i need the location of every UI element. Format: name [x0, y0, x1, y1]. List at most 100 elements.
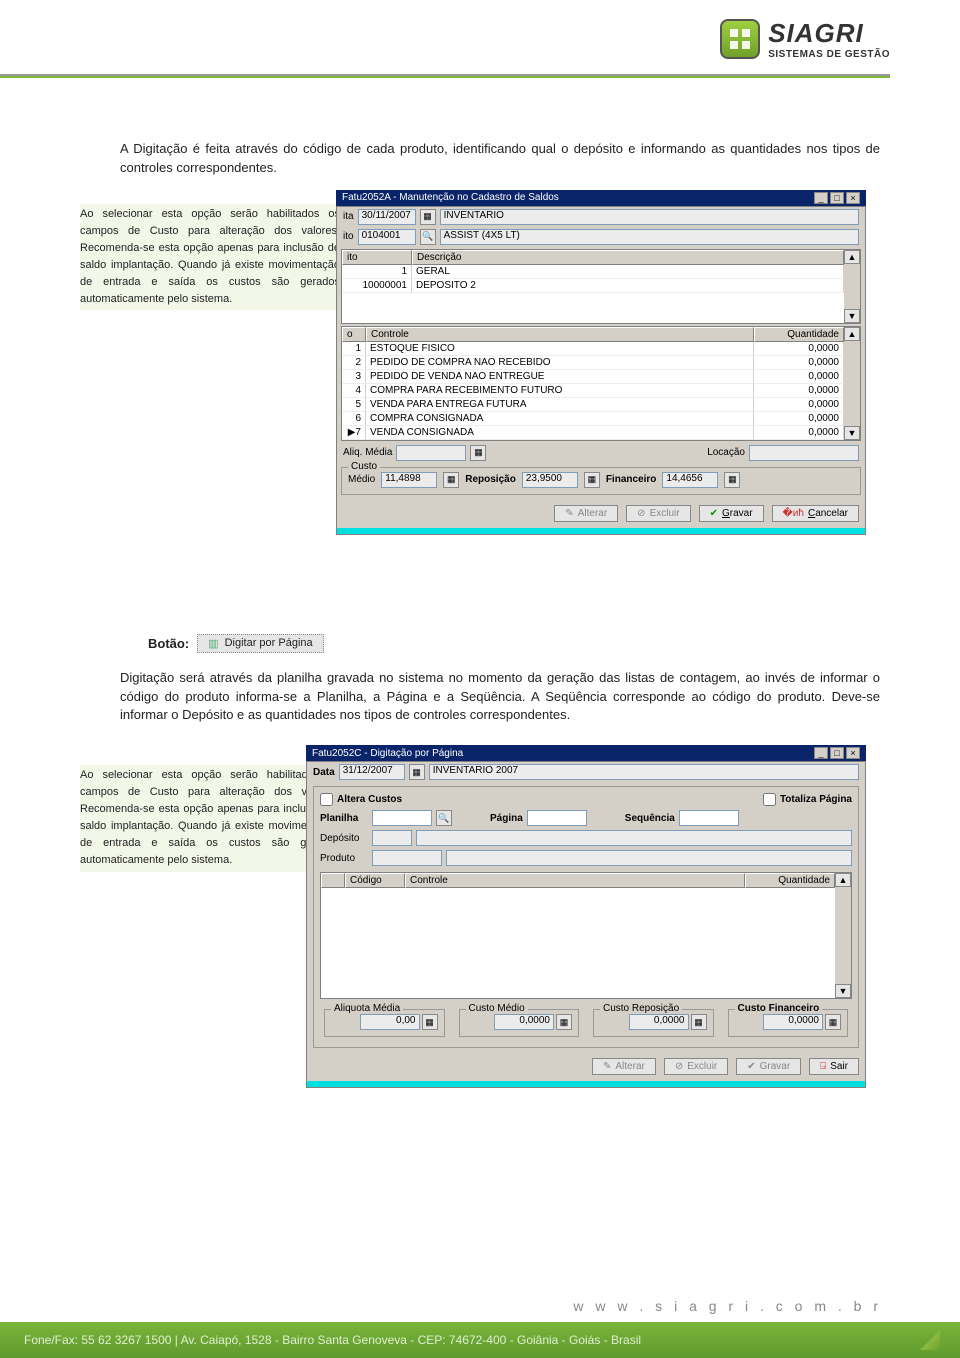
- logo-sub: SISTEMAS DE GESTÃO: [768, 49, 890, 60]
- grid1-body[interactable]: 1GERAL10000001DEPOSITO 2: [342, 265, 844, 323]
- table-row[interactable]: 3PEDIDO DE VENDA NAO ENTREGUE0,0000: [342, 370, 844, 384]
- field-pagina[interactable]: [527, 810, 587, 826]
- field-deposito-code[interactable]: [372, 830, 412, 846]
- lbl-altera-custos: Altera Custos: [337, 794, 402, 805]
- excluir-button[interactable]: ⊘Excluir: [626, 505, 690, 522]
- field-data2[interactable]: 31/12/2007: [339, 764, 405, 780]
- table-row[interactable]: ▶7VENDA CONSIGNADA0,0000: [342, 426, 844, 440]
- table-row[interactable]: 1ESTOQUE FISICO0,0000: [342, 342, 844, 356]
- footer-text: Fone/Fax: 55 62 3267 1500 | Av. Caiapó, …: [24, 1333, 641, 1347]
- field-produto-desc: [446, 850, 852, 866]
- grid1-header: ito Descrição: [342, 250, 844, 265]
- window-fatu2052c: Fatu2052C - Digitação por Página _□× Dat…: [306, 745, 866, 1088]
- sair-button[interactable]: ⍈Sair: [809, 1058, 859, 1075]
- lbl-locacao: Locação: [707, 447, 745, 458]
- table-row[interactable]: 10000001DEPOSITO 2: [342, 279, 844, 293]
- field-medio[interactable]: 11,4898: [381, 472, 437, 488]
- gravar-button-2[interactable]: ✔Gravar: [736, 1058, 801, 1075]
- calendar-icon-2[interactable]: ▦: [409, 764, 425, 780]
- calc-icon-a[interactable]: ▦: [422, 1014, 438, 1030]
- digitar-por-pagina-button[interactable]: ▥ Digitar por Página: [197, 634, 323, 653]
- calc-icon-c[interactable]: ▦: [691, 1014, 707, 1030]
- field-locacao[interactable]: [749, 445, 859, 461]
- chk-totaliza[interactable]: [763, 793, 776, 806]
- button-bar-2: ✎Alterar ⊘Excluir ✔Gravar ⍈Sair: [307, 1052, 865, 1081]
- group-custo: Custo Médio 11,4898 ▦ Reposição 23,9500 …: [341, 467, 861, 495]
- field-cm-val[interactable]: 0,0000: [494, 1014, 554, 1030]
- field-planilha[interactable]: [372, 810, 432, 826]
- field-produto-code[interactable]: [372, 850, 442, 866]
- calc-icon[interactable]: ▦: [470, 445, 486, 461]
- group-inner-win2: Altera Custos Totaliza Página Planilha 🔍…: [313, 786, 859, 1048]
- logo-main: SIAGRI: [768, 18, 890, 49]
- scrollbar-grid2[interactable]: ▲▼: [844, 327, 860, 440]
- status-strip-1: [337, 528, 865, 534]
- window-controls-2[interactable]: _□×: [812, 747, 860, 759]
- grid2-body[interactable]: 1ESTOQUE FISICO0,00002PEDIDO DE COMPRA N…: [342, 342, 844, 440]
- field-inv2: INVENTARIO 2007: [429, 764, 859, 780]
- field-reposicao[interactable]: 23,9500: [522, 472, 578, 488]
- table-row[interactable]: 4COMPRA PARA RECEBIMENTO FUTURO0,0000: [342, 384, 844, 398]
- grid3-body[interactable]: [321, 888, 835, 998]
- logo-mark-icon: [720, 19, 760, 59]
- field-deposito-desc: [416, 830, 852, 846]
- table-row[interactable]: 6COMPRA CONSIGNADA0,0000: [342, 412, 844, 426]
- paragraph-2: Digitação será através da planilha grava…: [120, 669, 880, 726]
- status-strip-2: [307, 1081, 865, 1087]
- lbl-totaliza: Totaliza Página: [780, 794, 852, 805]
- field-assist: ASSIST (4X5 LT): [440, 229, 859, 245]
- chk-altera-custos[interactable]: [320, 793, 333, 806]
- window-fatu2052a: Fatu2052A - Manutenção no Cadastro de Sa…: [336, 190, 866, 535]
- field-aliq-media[interactable]: [396, 445, 466, 461]
- grp-custo-fin: Custo Financeiro 0,0000▦: [728, 1009, 849, 1037]
- calc-icon-4[interactable]: ▦: [724, 472, 740, 488]
- search-icon-2[interactable]: 🔍: [436, 810, 452, 826]
- lbl-financeiro: Financeiro: [606, 474, 657, 485]
- table-row[interactable]: 2PEDIDO DE COMPRA NAO RECEBIDO0,0000: [342, 356, 844, 370]
- footer-url: w w w . s i a g r i . c o m . b r: [573, 1298, 882, 1314]
- footer-bar: Fone/Fax: 55 62 3267 1500 | Av. Caiapó, …: [0, 1322, 960, 1358]
- lbl-produto: Produto: [320, 853, 368, 864]
- grid3-header: Código Controle Quantidade: [321, 873, 835, 888]
- field-cf-val[interactable]: 0,0000: [763, 1014, 823, 1030]
- field-inventario: INVENTARIO: [440, 209, 859, 225]
- calc-icon-d[interactable]: ▦: [825, 1014, 841, 1030]
- field-cr-val[interactable]: 0,0000: [629, 1014, 689, 1030]
- window-title-1: Fatu2052A - Manutenção no Cadastro de Sa…: [342, 192, 559, 203]
- button-bar-1: ✎Alterar ⊘Excluir ✔Gravar �ићCancelar: [337, 499, 865, 528]
- paragraph-intro: A Digitação é feita através do código de…: [120, 140, 880, 178]
- lbl-deposito: Depósito: [320, 833, 368, 844]
- lbl-data2: Data: [313, 767, 335, 778]
- field-financeiro[interactable]: 14,4656: [662, 472, 718, 488]
- window-controls-1[interactable]: _□×: [812, 192, 860, 204]
- field-data[interactable]: 30/11/2007: [358, 209, 416, 225]
- lbl-pagina: Página: [490, 813, 523, 824]
- alterar-button-2[interactable]: ✎Alterar: [592, 1058, 656, 1075]
- botao-label: Botão:: [148, 636, 189, 651]
- gravar-button[interactable]: ✔Gravar: [699, 505, 764, 522]
- lbl-planilha: Planilha: [320, 813, 368, 824]
- grid2-header: o Controle Quantidade: [342, 327, 844, 342]
- scrollbar-grid1[interactable]: ▲▼: [844, 250, 860, 323]
- lbl-aliq-media: Aliq. Média: [343, 447, 392, 458]
- table-row[interactable]: 1GERAL: [342, 265, 844, 279]
- calc-icon-2[interactable]: ▦: [443, 472, 459, 488]
- calendar-icon[interactable]: ▦: [420, 209, 436, 225]
- calc-icon-b[interactable]: ▦: [556, 1014, 572, 1030]
- field-ito[interactable]: 0104001: [358, 229, 416, 245]
- lbl-ito: ito: [343, 231, 354, 242]
- field-aliq-val[interactable]: 0,00: [360, 1014, 420, 1030]
- note-box-2: Ao selecionar esta opção serão habilitad…: [80, 765, 340, 871]
- header-rule: [0, 74, 890, 78]
- lbl-medio: Médio: [348, 474, 375, 485]
- excluir-button-2[interactable]: ⊘Excluir: [664, 1058, 728, 1075]
- scrollbar-grid3[interactable]: ▲▼: [835, 873, 851, 998]
- search-icon[interactable]: 🔍: [420, 229, 436, 245]
- cancelar-button[interactable]: �ићCancelar: [772, 505, 859, 522]
- field-sequencia[interactable]: [679, 810, 739, 826]
- alterar-button[interactable]: ✎Alterar: [554, 505, 618, 522]
- grp-aliq: Aliquota Média 0,00▦: [324, 1009, 445, 1037]
- lbl-data: ita: [343, 211, 354, 222]
- table-row[interactable]: 5VENDA PARA ENTREGA FUTURA0,0000: [342, 398, 844, 412]
- calc-icon-3[interactable]: ▦: [584, 472, 600, 488]
